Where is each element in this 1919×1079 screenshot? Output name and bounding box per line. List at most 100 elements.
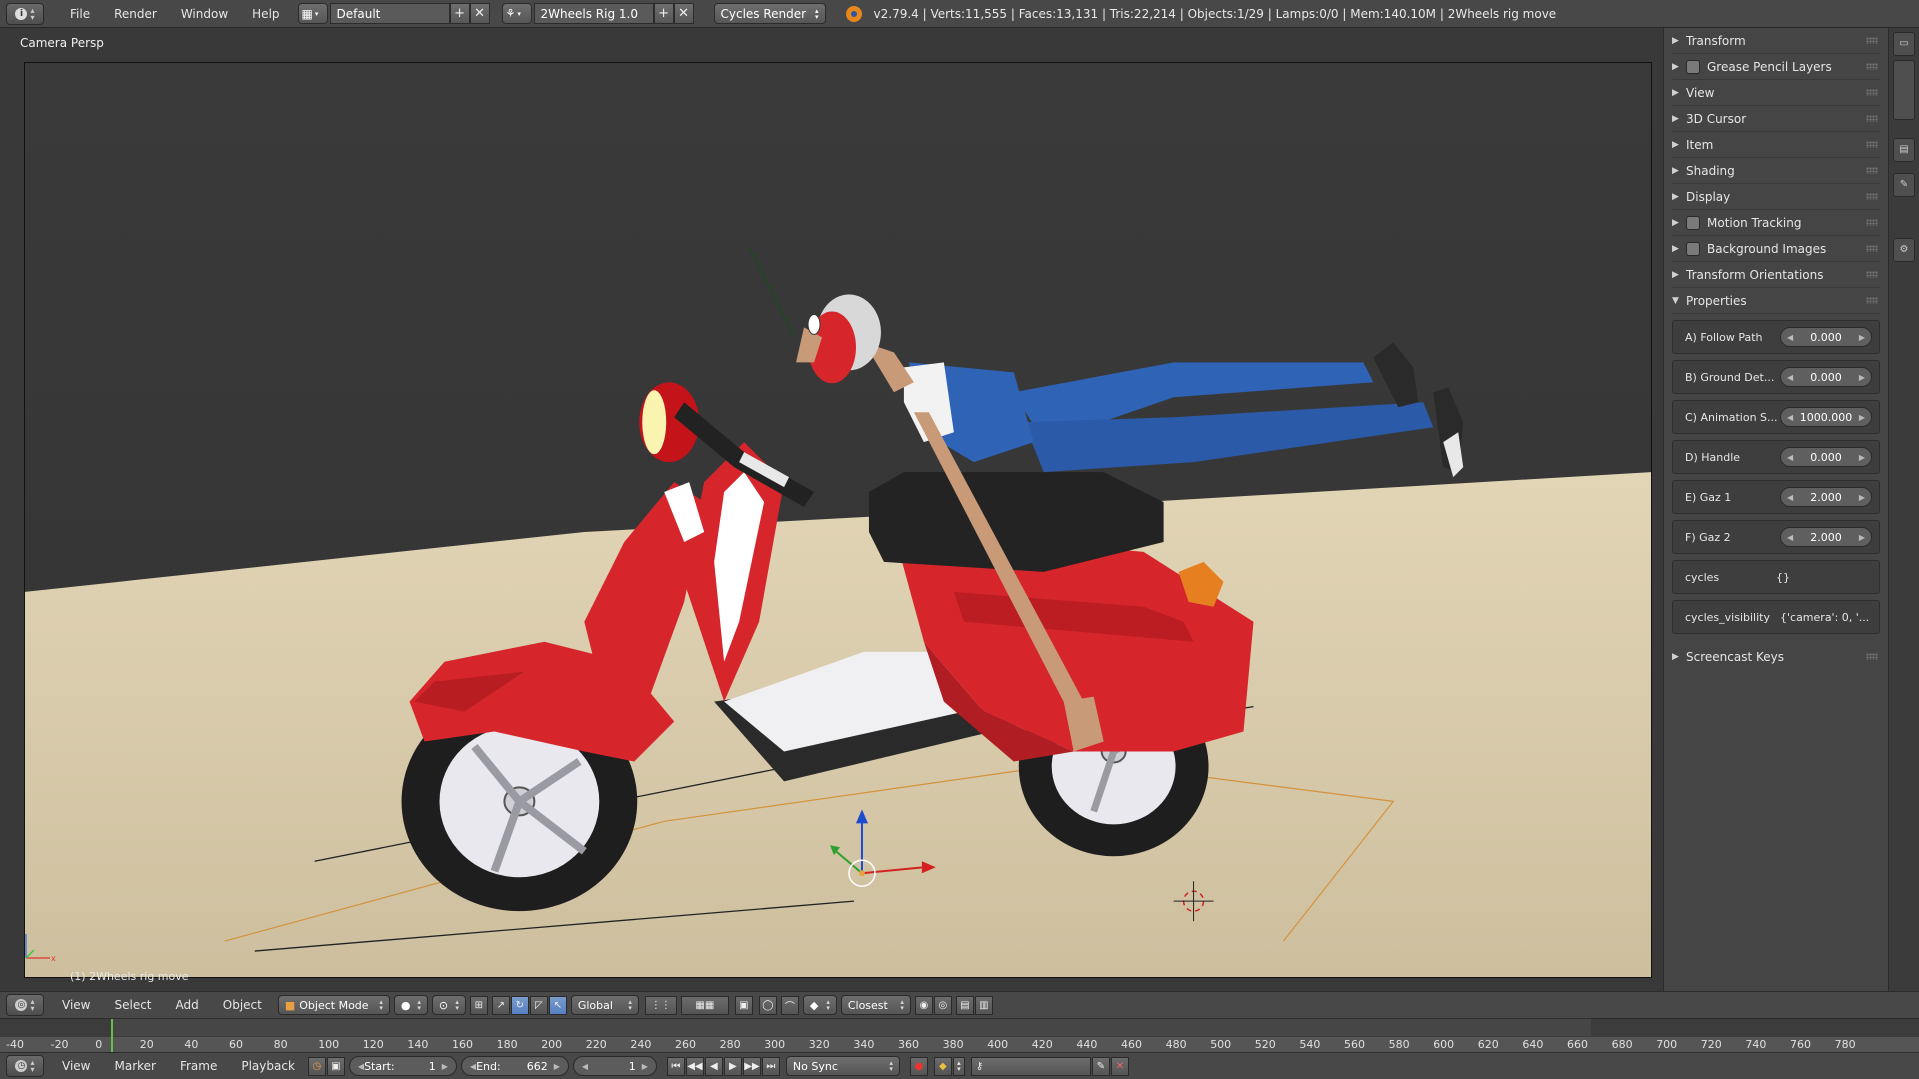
- panel-header-3d-cursor[interactable]: ▶ 3D Cursor: [1672, 106, 1880, 132]
- drag-grip-icon[interactable]: [1866, 193, 1878, 200]
- delete-keyframe-button[interactable]: ✕: [1110, 1056, 1129, 1076]
- increment-arrow-icon[interactable]: ▶: [1859, 333, 1865, 342]
- frame-ruler[interactable]: -40 -20 0 20 40 60 80 100 120 140 160 180 200 220 240 2…: [0, 1037, 1919, 1053]
- snap-element-selector[interactable]: ◆ ▴ ▾: [802, 995, 837, 1015]
- pin-icon[interactable]: ✎: [1893, 173, 1915, 197]
- panel-header-screencast-keys[interactable]: ▶ Screencast Keys: [1672, 644, 1880, 670]
- menu-marker[interactable]: Marker: [102, 1059, 167, 1073]
- outliner-tab-icon[interactable]: ▤: [1893, 138, 1915, 162]
- start-frame-field[interactable]: ◀ Start: 1 ▶: [348, 1056, 457, 1076]
- manipulator-extra-button[interactable]: ↖: [548, 995, 567, 1015]
- menu-help[interactable]: Help: [240, 7, 291, 21]
- screen-layout-selector[interactable]: ▦ ▾: [297, 3, 328, 24]
- snap-toggle[interactable]: ⌒: [780, 995, 799, 1015]
- property-value-field[interactable]: ◀ 1000.000 ▶: [1780, 407, 1872, 427]
- panel-header-transform[interactable]: ▶ Transform: [1672, 28, 1880, 54]
- add-screen-button[interactable]: +: [449, 3, 470, 24]
- transform-orientation-selector[interactable]: Global ▴ ▾: [570, 995, 639, 1015]
- remove-scene-button[interactable]: ✕: [673, 3, 694, 24]
- render-anim-button[interactable]: ▥: [974, 995, 993, 1015]
- timeline-editor[interactable]: -40 -20 0 20 40 60 80 100 120 140 160 180 200 220 240 2…: [0, 1018, 1919, 1053]
- panel-header-background-images[interactable]: ▶ Background Images: [1672, 236, 1880, 262]
- panel-checkbox[interactable]: [1686, 241, 1700, 256]
- property-value-field[interactable]: ◀ 0.000 ▶: [1780, 327, 1872, 347]
- property-value-field[interactable]: ◀ 2.000 ▶: [1780, 487, 1872, 507]
- 3d-viewport[interactable]: Camera Persp x (1) 2Wheels rig move: [0, 28, 1663, 991]
- menu-window[interactable]: Window: [169, 7, 240, 21]
- increment-arrow-icon[interactable]: ▶: [1859, 373, 1865, 382]
- drag-grip-icon[interactable]: [1866, 63, 1878, 70]
- manipulator-toggle[interactable]: ⊞: [469, 995, 488, 1015]
- layers-toggle[interactable]: ⋮⋮: [644, 995, 677, 1015]
- increment-arrow-icon[interactable]: ▶: [1859, 533, 1865, 542]
- panel-header-grease-pencil-layers[interactable]: ▶ Grease Pencil Layers: [1672, 54, 1880, 80]
- panel-checkbox[interactable]: [1686, 215, 1700, 230]
- preview-range-button[interactable]: ◷: [307, 1056, 326, 1076]
- menu-object[interactable]: Object: [211, 998, 274, 1012]
- play-reverse-button[interactable]: ◀: [704, 1056, 723, 1076]
- scale-manipulator-button[interactable]: ◸: [529, 995, 548, 1015]
- text-property-row[interactable]: cycles_visibility {'camera': 0, '...: [1672, 600, 1880, 634]
- keyingset-selector[interactable]: ⚷: [970, 1056, 1091, 1076]
- drag-grip-icon[interactable]: [1866, 219, 1878, 226]
- scene-name[interactable]: 2Wheels Rig 1.0: [533, 3, 654, 24]
- opengl-anim-button[interactable]: ◎: [933, 995, 952, 1015]
- panel-header-item[interactable]: ▶ Item: [1672, 132, 1880, 158]
- properties-tab-icon[interactable]: ⚙: [1893, 238, 1915, 262]
- viewport-shading-selector[interactable]: ● ▴ ▾: [393, 995, 428, 1015]
- sync-mode-selector[interactable]: No Sync ▴ ▾: [785, 1056, 900, 1076]
- menu-frame[interactable]: Frame: [168, 1059, 229, 1073]
- decrement-arrow-icon[interactable]: ◀: [1787, 333, 1793, 342]
- property-value-field[interactable]: ◀ 0.000 ▶: [1780, 367, 1872, 387]
- text-property-row[interactable]: cycles {}: [1672, 560, 1880, 594]
- increment-arrow-icon[interactable]: ▶: [1859, 453, 1865, 462]
- increment-arrow-icon[interactable]: ▶: [1859, 493, 1865, 502]
- menu-add[interactable]: Add: [164, 998, 211, 1012]
- drag-grip-icon[interactable]: [1866, 653, 1878, 660]
- current-frame-cursor[interactable]: [111, 1019, 113, 1053]
- insert-keyframe-button[interactable]: ✎: [1091, 1056, 1110, 1076]
- panel-header-properties[interactable]: ▼ Properties: [1672, 288, 1880, 314]
- decrement-arrow-icon[interactable]: ◀: [1787, 373, 1793, 382]
- menu-file[interactable]: File: [58, 7, 102, 21]
- current-frame-field[interactable]: ◀ 1 ▶: [572, 1056, 657, 1076]
- decrement-arrow-icon[interactable]: ◀: [1787, 493, 1793, 502]
- drag-grip-icon[interactable]: [1866, 37, 1878, 44]
- drag-grip-icon[interactable]: [1866, 297, 1878, 304]
- translate-manipulator-button[interactable]: ↗: [491, 995, 510, 1015]
- decrement-arrow-icon[interactable]: ◀: [1787, 413, 1793, 422]
- drag-grip-icon[interactable]: [1866, 271, 1878, 278]
- keying-set-button[interactable]: ◆: [933, 1056, 952, 1076]
- screen-layout-name[interactable]: Default: [329, 3, 450, 24]
- menu-playback[interactable]: Playback: [229, 1059, 307, 1073]
- decrement-arrow-icon[interactable]: ◀: [1787, 533, 1793, 542]
- drag-grip-icon[interactable]: [1866, 89, 1878, 96]
- drag-grip-icon[interactable]: [1866, 245, 1878, 252]
- scene-render[interactable]: [25, 63, 1651, 977]
- menu-render[interactable]: Render: [102, 7, 169, 21]
- menu-view[interactable]: View: [50, 1059, 102, 1073]
- viewport-editor-type-selector[interactable]: ◎ ▴ ▾: [6, 994, 44, 1016]
- add-scene-button[interactable]: +: [653, 3, 674, 24]
- panel-header-shading[interactable]: ▶ Shading: [1672, 158, 1880, 184]
- render-engine-selector[interactable]: Cycles Render ▴ ▾: [713, 3, 826, 24]
- auto-keying-button[interactable]: ●: [909, 1056, 928, 1076]
- scene-selector[interactable]: ⚘ ▾: [501, 3, 532, 24]
- editor-tab-icon[interactable]: ▭: [1893, 32, 1915, 56]
- decrement-arrow-icon[interactable]: ◀: [1787, 453, 1793, 462]
- lock-time-button[interactable]: ▣: [326, 1056, 345, 1076]
- menu-view[interactable]: View: [50, 998, 102, 1012]
- drag-grip-icon[interactable]: [1866, 141, 1878, 148]
- keying-set-dropdown[interactable]: ▴ ▾: [952, 1056, 965, 1076]
- jump-end-button[interactable]: ⏭: [761, 1056, 780, 1076]
- increment-arrow-icon[interactable]: ▶: [1859, 413, 1865, 422]
- property-value-field[interactable]: ◀ 2.000 ▶: [1780, 527, 1872, 547]
- drag-grip-icon[interactable]: [1866, 167, 1878, 174]
- remove-screen-button[interactable]: ✕: [469, 3, 490, 24]
- snap-target-selector[interactable]: Closest ▴ ▾: [840, 995, 911, 1015]
- end-frame-field[interactable]: ◀ End: 662 ▶: [460, 1056, 569, 1076]
- layer-buttons[interactable]: ▦▦: [680, 995, 729, 1015]
- rotate-manipulator-button[interactable]: ↻: [510, 995, 529, 1015]
- panel-header-view[interactable]: ▶ View: [1672, 80, 1880, 106]
- panel-header-display[interactable]: ▶ Display: [1672, 184, 1880, 210]
